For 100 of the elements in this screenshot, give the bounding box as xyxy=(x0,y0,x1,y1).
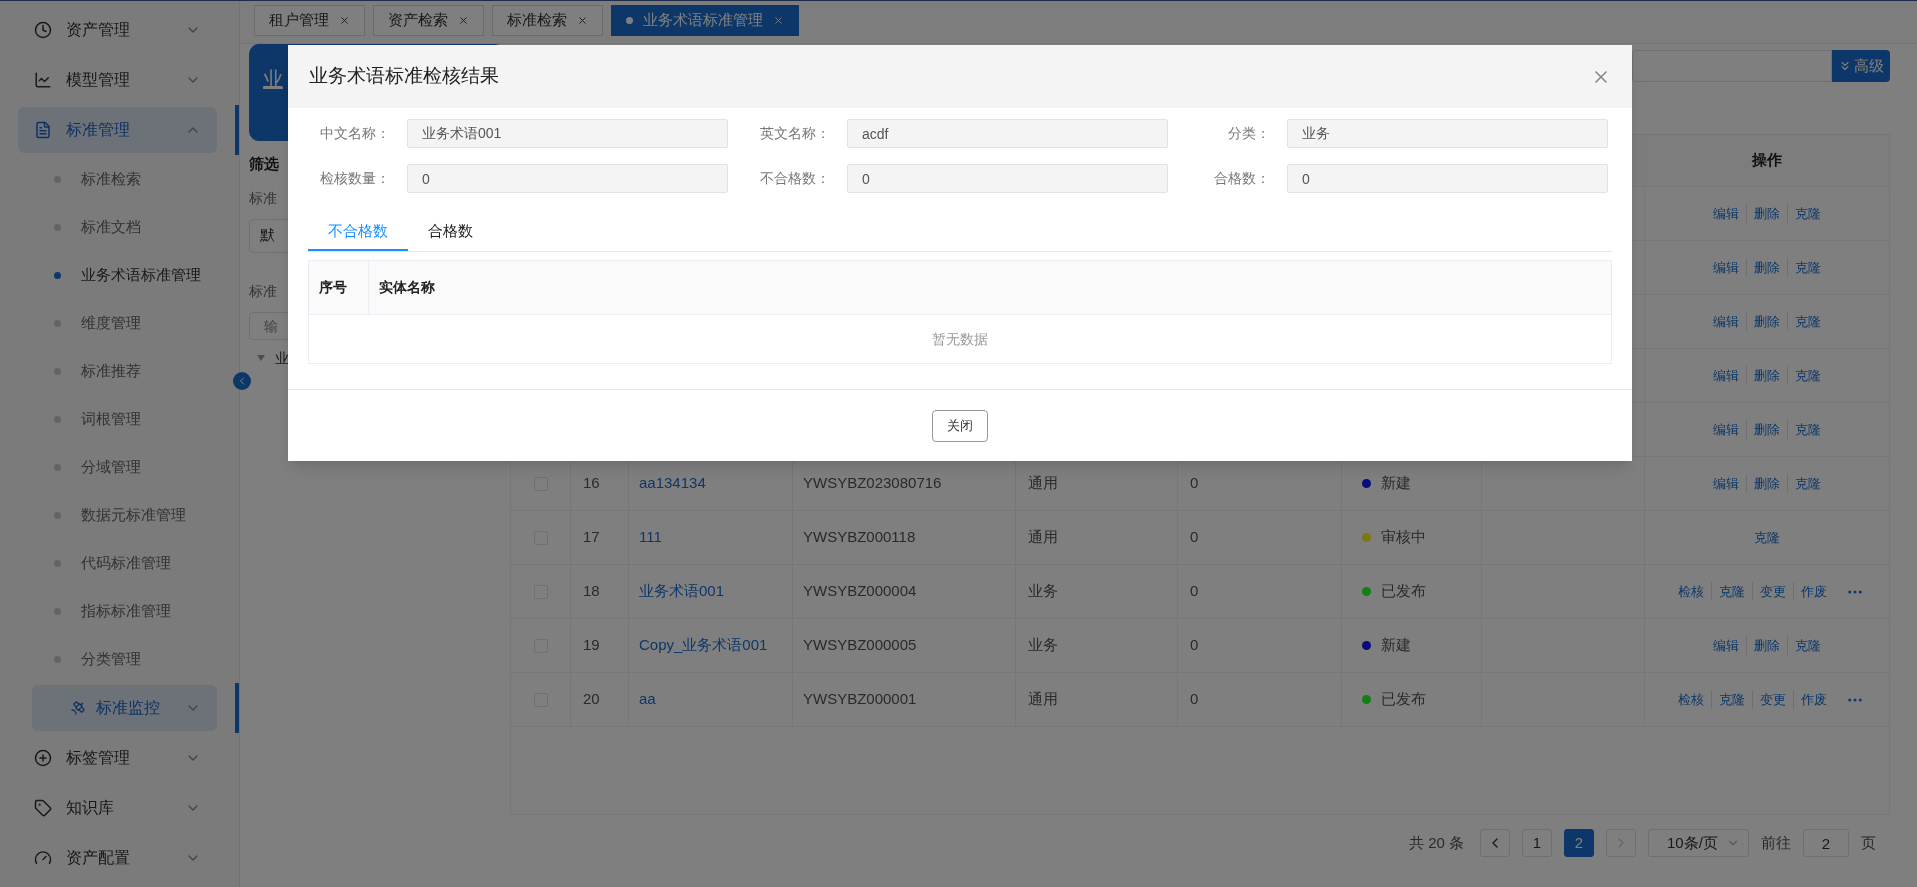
sidebar-subitem-label[interactable]: 词根管理 xyxy=(81,407,141,431)
close-icon[interactable] xyxy=(773,15,784,26)
action-link[interactable]: 编辑 xyxy=(1713,475,1739,491)
sidebar-subitem[interactable]: 指标标准管理 xyxy=(0,587,239,635)
sidebar-subitem-label[interactable]: 业务术语标准管理 xyxy=(81,263,201,287)
name-link[interactable]: Copy_业务术语001 xyxy=(639,634,768,657)
readonly-field[interactable]: acdf xyxy=(847,119,1168,148)
action-link[interactable]: 检核 xyxy=(1677,691,1704,707)
sidebar-item[interactable]: 标准管理 xyxy=(18,107,217,153)
sidebar-subitem[interactable]: 词根管理 xyxy=(0,395,239,443)
action-link[interactable]: 作废 xyxy=(1800,583,1827,599)
readonly-field[interactable]: 0 xyxy=(407,164,728,193)
action-link[interactable]: 克隆 xyxy=(1718,691,1745,707)
action-link[interactable]: 删除 xyxy=(1754,421,1780,437)
search-field[interactable] xyxy=(1632,50,1832,82)
readonly-field[interactable]: 业务术语001 xyxy=(407,119,728,148)
tree-node[interactable]: 业 xyxy=(249,347,505,369)
action-link[interactable]: 删除 xyxy=(1754,475,1780,491)
card-title[interactable]: 业 xyxy=(263,68,283,90)
filter-heading: 筛选 xyxy=(249,154,279,174)
action-link[interactable]: 克隆 xyxy=(1795,367,1821,383)
sidebar-item[interactable]: 标签管理 xyxy=(18,735,217,781)
empty-state-text: 暂无数据 xyxy=(932,329,988,349)
sidebar-item[interactable]: 资产管理 xyxy=(18,7,217,53)
action-link[interactable]: 克隆 xyxy=(1718,583,1745,599)
action-link[interactable]: 删除 xyxy=(1754,313,1780,329)
sidebar-item[interactable]: 模型管理 xyxy=(18,57,217,103)
sidebar-subitem[interactable]: 标准监控 xyxy=(32,685,217,731)
action-link[interactable]: 编辑 xyxy=(1713,637,1739,653)
sidebar-subitem-label[interactable]: 代码标准管理 xyxy=(81,551,171,575)
table-cell-text: YWSYBZ000118 xyxy=(803,527,916,548)
name-link[interactable]: aa134134 xyxy=(639,472,706,495)
action-link[interactable]: 编辑 xyxy=(1713,205,1739,221)
close-icon[interactable] xyxy=(339,15,350,26)
sidebar-subitem-label[interactable]: 分类管理 xyxy=(81,647,141,671)
page-tab[interactable]: 资产检索 xyxy=(373,5,484,36)
action-link[interactable]: 作废 xyxy=(1800,691,1827,707)
sidebar-subitem-label[interactable]: 标准推荐 xyxy=(81,359,141,383)
table-cell-text: 业务 xyxy=(1028,581,1058,602)
action-link[interactable]: 删除 xyxy=(1754,637,1780,653)
action-link[interactable]: 编辑 xyxy=(1713,421,1739,437)
close-icon[interactable] xyxy=(577,15,588,26)
collapse-button[interactable] xyxy=(233,372,251,390)
readonly-field[interactable]: 0 xyxy=(847,164,1168,193)
action-link[interactable]: 编辑 xyxy=(1713,367,1739,383)
table-cell-text: 通用 xyxy=(1028,527,1058,548)
action-link[interactable]: 删除 xyxy=(1754,259,1780,275)
sidebar-subitem[interactable]: 分域管理 xyxy=(0,443,239,491)
table-cell-text: 16 xyxy=(583,473,600,494)
action-link[interactable]: 克隆 xyxy=(1795,475,1821,491)
action-link[interactable]: 克隆 xyxy=(1795,313,1821,329)
sidebar-subitem-label[interactable]: 标准检索 xyxy=(81,167,141,191)
sidebar-subitem-label[interactable]: 标准文档 xyxy=(81,215,141,239)
sidebar-subitem[interactable]: 标准检索 xyxy=(0,155,239,203)
sidebar-subitem[interactable]: 维度管理 xyxy=(0,299,239,347)
action-link[interactable]: 检核 xyxy=(1677,583,1704,599)
sidebar-subitem[interactable]: 代码标准管理 xyxy=(0,539,239,587)
action-link[interactable]: 编辑 xyxy=(1713,259,1739,275)
page-button[interactable]: 2 xyxy=(1564,829,1594,857)
sidebar-subitem-label[interactable]: 分域管理 xyxy=(81,455,141,479)
name-link[interactable]: 111 xyxy=(639,526,662,549)
action-link[interactable]: 克隆 xyxy=(1795,637,1821,653)
action-link[interactable]: 删除 xyxy=(1754,205,1780,221)
page-button[interactable]: 1 xyxy=(1522,829,1552,857)
field-label: 标准 xyxy=(249,188,277,208)
goto-suffix: 页 xyxy=(1861,832,1876,853)
sidebar-subitem-label[interactable]: 维度管理 xyxy=(81,311,141,335)
action-link[interactable]: 克隆 xyxy=(1754,529,1780,545)
goto-page-field[interactable]: 2 xyxy=(1803,829,1849,857)
readonly-field[interactable]: 业务 xyxy=(1287,119,1608,148)
sidebar-subitem[interactable]: 分类管理 xyxy=(0,635,239,683)
action-link[interactable]: 克隆 xyxy=(1795,205,1821,221)
dialog-tab[interactable]: 不合格数 xyxy=(308,213,408,251)
prev-page-button[interactable] xyxy=(1480,829,1510,857)
action-link[interactable]: 删除 xyxy=(1754,367,1780,383)
close-icon[interactable] xyxy=(458,15,469,26)
sidebar-subitem[interactable]: 标准文档 xyxy=(0,203,239,251)
page-tab[interactable]: 业务术语标准管理 xyxy=(611,5,799,36)
action-link[interactable]: 变更 xyxy=(1759,583,1786,599)
action-link[interactable]: 克隆 xyxy=(1795,421,1821,437)
page-size-select[interactable]: 10条/页 xyxy=(1648,829,1749,857)
name-link[interactable]: 业务术语001 xyxy=(639,580,725,603)
page-tab[interactable]: 租户管理 xyxy=(254,5,365,36)
action-link[interactable]: 克隆 xyxy=(1795,259,1821,275)
sidebar-item[interactable]: 资产配置 xyxy=(18,835,217,881)
page-tab[interactable]: 标准检索 xyxy=(492,5,603,36)
sidebar-subitem[interactable]: 数据元标准管理 xyxy=(0,491,239,539)
total-count: 共 20 条 xyxy=(1408,832,1464,853)
action-link[interactable]: 编辑 xyxy=(1713,313,1739,329)
readonly-field[interactable]: 0 xyxy=(1287,164,1608,193)
advanced-button[interactable]: 高级 xyxy=(1832,50,1890,82)
action-link[interactable]: 变更 xyxy=(1759,691,1786,707)
name-link[interactable]: aa xyxy=(639,688,656,711)
close-button[interactable]: 关闭 xyxy=(932,409,988,442)
sidebar-subitem-label[interactable]: 数据元标准管理 xyxy=(81,503,186,527)
status-text: 已发布 xyxy=(1381,581,1426,602)
sidebar-subitem-label[interactable]: 指标标准管理 xyxy=(81,599,171,623)
sidebar-item[interactable]: 知识库 xyxy=(18,785,217,831)
sidebar-subitem[interactable]: 业务术语标准管理 xyxy=(0,251,239,299)
dialog-tab[interactable]: 合格数 xyxy=(408,213,493,251)
